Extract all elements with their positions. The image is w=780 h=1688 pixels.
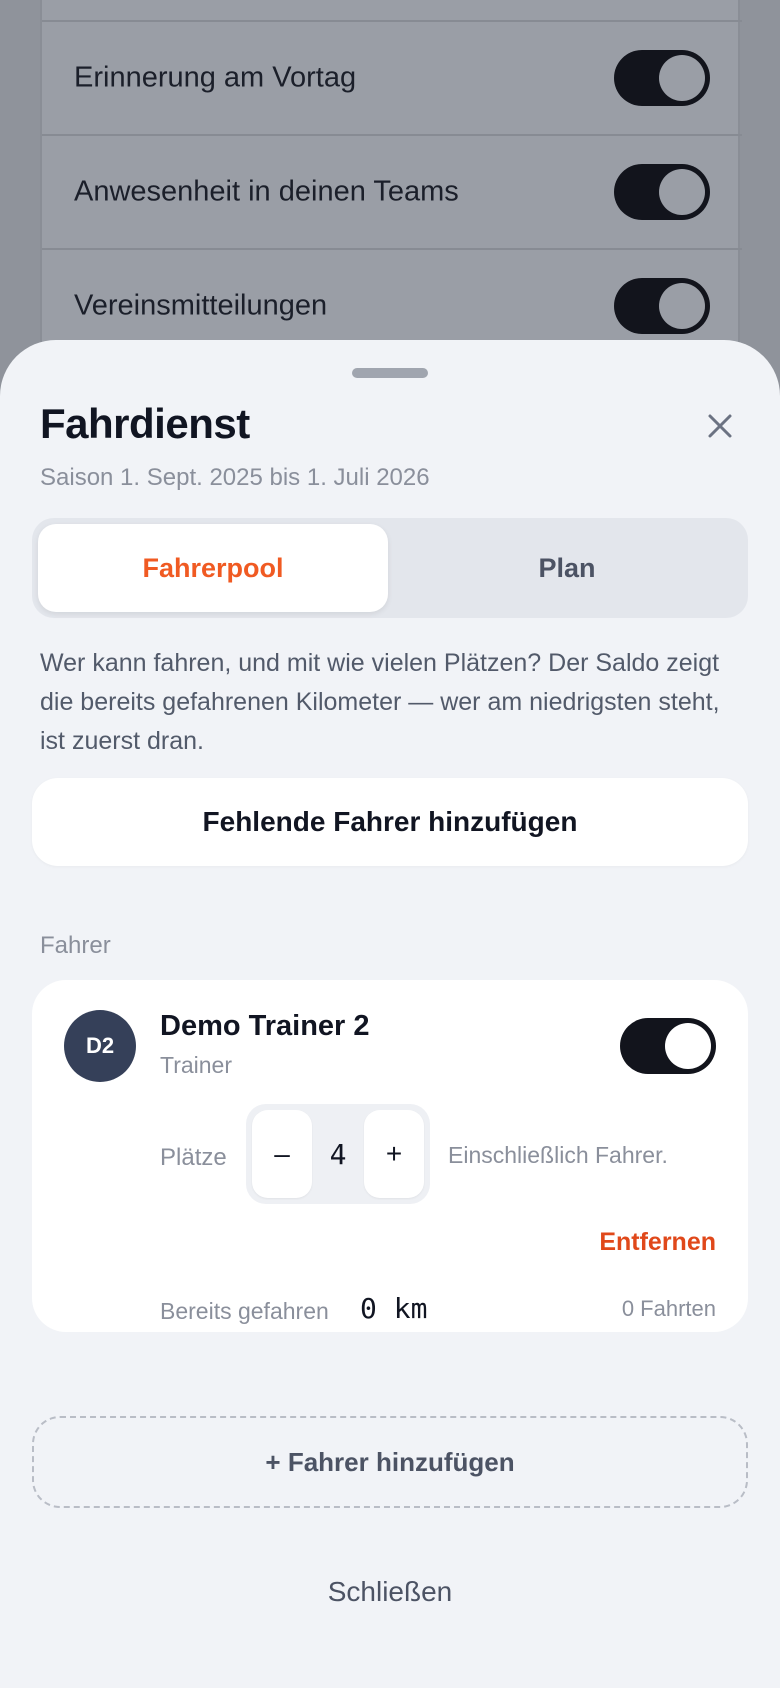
seats-hint: Einschließlich Fahrer.: [448, 1142, 668, 1168]
drivers-section-label: Fahrer: [40, 932, 111, 959]
setting-label: Anwesenheit in deinen Teams: [74, 175, 459, 208]
tab-fahrerpool[interactable]: Fahrerpool: [38, 524, 388, 612]
toggle-knob: [665, 1023, 711, 1069]
seats-increment-button[interactable]: +: [364, 1110, 424, 1198]
background-settings-panel: Erinnerung am Vortag Anwesenheit in dein…: [40, 0, 742, 360]
sheet-title: Fahrdienst: [40, 400, 250, 447]
driven-distance: 0 km: [360, 1292, 428, 1325]
avatar: D2: [64, 1010, 136, 1082]
toggle-knob: [659, 169, 705, 215]
toggle-knob: [659, 283, 705, 329]
tab-plan[interactable]: Plan: [392, 524, 742, 612]
remove-driver-button[interactable]: Entfernen: [599, 1228, 716, 1257]
add-missing-drivers-button[interactable]: Fehlende Fahrer hinzufügen: [32, 778, 748, 866]
season-subtitle: Saison 1. Sept. 2025 bis 1. Juli 2026: [40, 464, 430, 491]
setting-toggle[interactable]: [614, 164, 710, 220]
toggle-knob: [659, 55, 705, 101]
fahrdienst-sheet: Fahrdienst Saison 1. Sept. 2025 bis 1. J…: [0, 340, 780, 1688]
close-button[interactable]: [692, 398, 748, 454]
trips-count: 0 Fahrten: [621, 1296, 716, 1321]
sheet-grabber[interactable]: [352, 368, 428, 378]
setting-row-reminder: Erinnerung am Vortag: [42, 20, 742, 134]
close-icon: [708, 414, 732, 438]
seats-stepper: – 4 +: [246, 1104, 430, 1204]
driven-label: Bereits gefahren: [160, 1298, 329, 1324]
setting-label: Vereinsmitteilungen: [74, 289, 328, 322]
driver-card: D2 Demo Trainer 2 Trainer Plätze – 4 + E…: [32, 980, 748, 1332]
setting-toggle[interactable]: [614, 278, 710, 334]
seats-label: Plätze: [160, 1144, 227, 1171]
driver-role: Trainer: [160, 1052, 232, 1078]
pool-description: Wer kann fahren, und mit wie vielen Plät…: [40, 649, 720, 755]
setting-row-attendance: Anwesenheit in deinen Teams: [42, 134, 742, 248]
close-sheet-button[interactable]: Schließen: [290, 1562, 490, 1622]
seats-decrement-button[interactable]: –: [252, 1110, 312, 1198]
seats-value: 4: [329, 1137, 347, 1171]
driver-active-toggle[interactable]: [620, 1018, 716, 1074]
setting-toggle[interactable]: [614, 50, 710, 106]
segmented-control: Fahrerpool Plan: [32, 518, 748, 618]
driver-name: Demo Trainer 2: [160, 1010, 370, 1042]
add-driver-button[interactable]: + Fahrer hinzufügen: [32, 1416, 748, 1508]
setting-label: Erinnerung am Vortag: [74, 61, 357, 94]
